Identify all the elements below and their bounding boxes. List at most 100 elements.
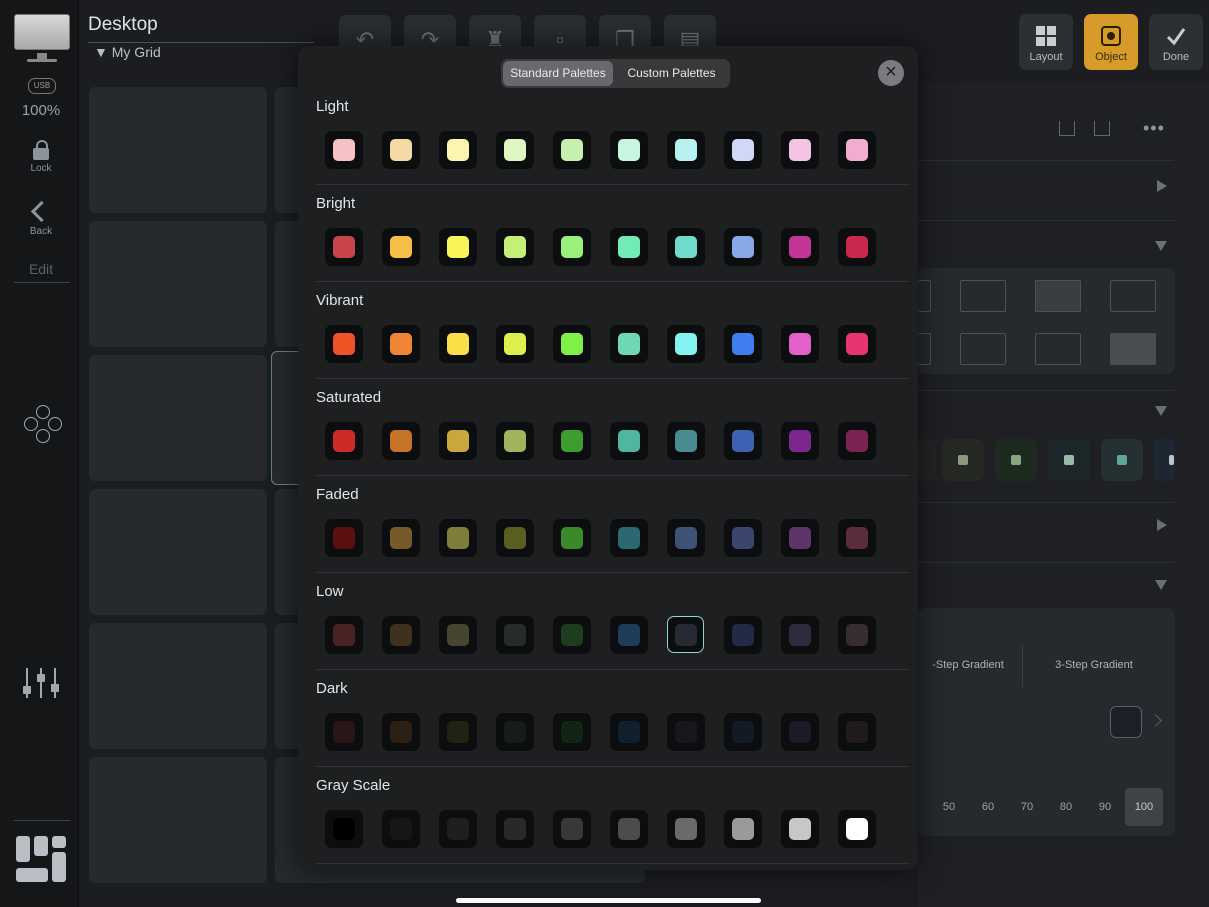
color-swatch[interactable]: [667, 325, 705, 363]
color-swatch[interactable]: [838, 616, 876, 654]
color-swatch[interactable]: [610, 810, 648, 848]
color-swatch[interactable]: [325, 616, 363, 654]
color-swatch[interactable]: [553, 713, 591, 751]
color-preset[interactable]: [918, 439, 936, 481]
layout-option[interactable]: [960, 333, 1006, 365]
color-swatch[interactable]: [667, 228, 705, 266]
color-swatch[interactable]: [439, 616, 477, 654]
layout-option[interactable]: [1110, 280, 1156, 312]
layout-option[interactable]: [1110, 333, 1156, 365]
color-swatch[interactable]: [724, 810, 762, 848]
collapse-chevron-icon[interactable]: [1155, 241, 1167, 251]
color-swatch[interactable]: [439, 325, 477, 363]
color-swatch[interactable]: [382, 131, 420, 169]
color-swatch[interactable]: [781, 228, 819, 266]
mixer-icon[interactable]: [23, 668, 60, 700]
color-swatch[interactable]: [667, 810, 705, 848]
color-preset[interactable]: [942, 439, 984, 481]
color-preset[interactable]: [1101, 439, 1143, 481]
color-swatch[interactable]: [724, 616, 762, 654]
color-swatch[interactable]: [781, 810, 819, 848]
collapse-chevron-icon[interactable]: [1155, 406, 1167, 416]
color-swatch[interactable]: [496, 519, 534, 557]
color-swatch[interactable]: [382, 325, 420, 363]
color-swatch[interactable]: [838, 810, 876, 848]
color-swatch[interactable]: [838, 325, 876, 363]
color-swatch[interactable]: [781, 131, 819, 169]
color-swatch[interactable]: [325, 325, 363, 363]
color-swatch[interactable]: [439, 519, 477, 557]
color-swatch[interactable]: [781, 713, 819, 751]
opacity-option[interactable]: 70: [1008, 788, 1046, 826]
color-preset[interactable]: [1048, 439, 1090, 481]
back-label[interactable]: Back: [0, 226, 82, 237]
color-preset[interactable]: [1154, 439, 1175, 481]
color-swatch[interactable]: [610, 325, 648, 363]
color-swatch[interactable]: [610, 131, 648, 169]
layout-button[interactable]: Layout: [1019, 14, 1073, 70]
grid-selector[interactable]: ▼ My Grid: [94, 44, 161, 60]
expand-chevron-icon[interactable]: [1157, 519, 1167, 531]
color-swatch[interactable]: [667, 713, 705, 751]
color-swatch[interactable]: [439, 131, 477, 169]
tab-standard-palettes[interactable]: Standard Palettes: [503, 61, 613, 86]
share-icon[interactable]: [1094, 121, 1110, 136]
grid-cell[interactable]: [89, 489, 267, 615]
color-swatch[interactable]: [496, 422, 534, 460]
color-swatch[interactable]: [496, 810, 534, 848]
color-swatch[interactable]: [553, 422, 591, 460]
layout-option[interactable]: [918, 333, 931, 365]
color-swatch[interactable]: [382, 228, 420, 266]
expand-chevron-icon[interactable]: [1157, 180, 1167, 192]
color-swatch[interactable]: [382, 713, 420, 751]
tab-custom-palettes[interactable]: Custom Palettes: [615, 61, 728, 86]
color-swatch[interactable]: [838, 228, 876, 266]
opacity-option[interactable]: 80: [1047, 788, 1085, 826]
color-swatch[interactable]: [325, 422, 363, 460]
grid-cell[interactable]: [89, 87, 267, 213]
layout-option[interactable]: [960, 280, 1006, 312]
import-icon[interactable]: [1059, 121, 1075, 136]
gradient-option-3step[interactable]: 3-Step Gradient: [1030, 659, 1158, 671]
color-swatch[interactable]: [553, 228, 591, 266]
opacity-option-selected[interactable]: 100: [1125, 788, 1163, 826]
color-swatch[interactable]: [496, 616, 534, 654]
color-swatch[interactable]: [553, 325, 591, 363]
color-swatch[interactable]: [382, 422, 420, 460]
color-swatch[interactable]: [382, 519, 420, 557]
color-swatch[interactable]: [724, 519, 762, 557]
color-swatch[interactable]: [496, 228, 534, 266]
color-swatch[interactable]: [724, 325, 762, 363]
color-swatch[interactable]: [781, 616, 819, 654]
lock-label[interactable]: Lock: [0, 163, 82, 174]
color-swatch[interactable]: [553, 519, 591, 557]
color-swatch[interactable]: [781, 422, 819, 460]
computer-icon[interactable]: [14, 14, 70, 62]
color-swatch[interactable]: [667, 519, 705, 557]
color-swatch[interactable]: [610, 422, 648, 460]
color-swatch[interactable]: [610, 519, 648, 557]
color-swatch[interactable]: [325, 131, 363, 169]
grid-cell[interactable]: [89, 355, 267, 481]
color-swatch[interactable]: [553, 131, 591, 169]
color-swatch[interactable]: [439, 810, 477, 848]
color-swatch[interactable]: [553, 616, 591, 654]
done-button[interactable]: Done: [1149, 14, 1203, 70]
color-swatch[interactable]: [781, 519, 819, 557]
color-swatch[interactable]: [838, 131, 876, 169]
color-swatch[interactable]: [496, 713, 534, 751]
color-well[interactable]: [1110, 706, 1142, 738]
opacity-option[interactable]: 90: [1086, 788, 1124, 826]
layout-option[interactable]: [1035, 333, 1081, 365]
color-swatch[interactable]: [439, 713, 477, 751]
grid-cell[interactable]: [89, 623, 267, 749]
color-swatch[interactable]: [325, 519, 363, 557]
color-swatch[interactable]: [667, 422, 705, 460]
color-swatch-selected[interactable]: [667, 616, 704, 653]
color-swatch[interactable]: [610, 616, 648, 654]
grid-cell[interactable]: [89, 221, 267, 347]
color-swatch[interactable]: [382, 616, 420, 654]
color-swatch[interactable]: [325, 228, 363, 266]
color-swatch[interactable]: [610, 228, 648, 266]
lock-icon-body[interactable]: [33, 148, 49, 160]
